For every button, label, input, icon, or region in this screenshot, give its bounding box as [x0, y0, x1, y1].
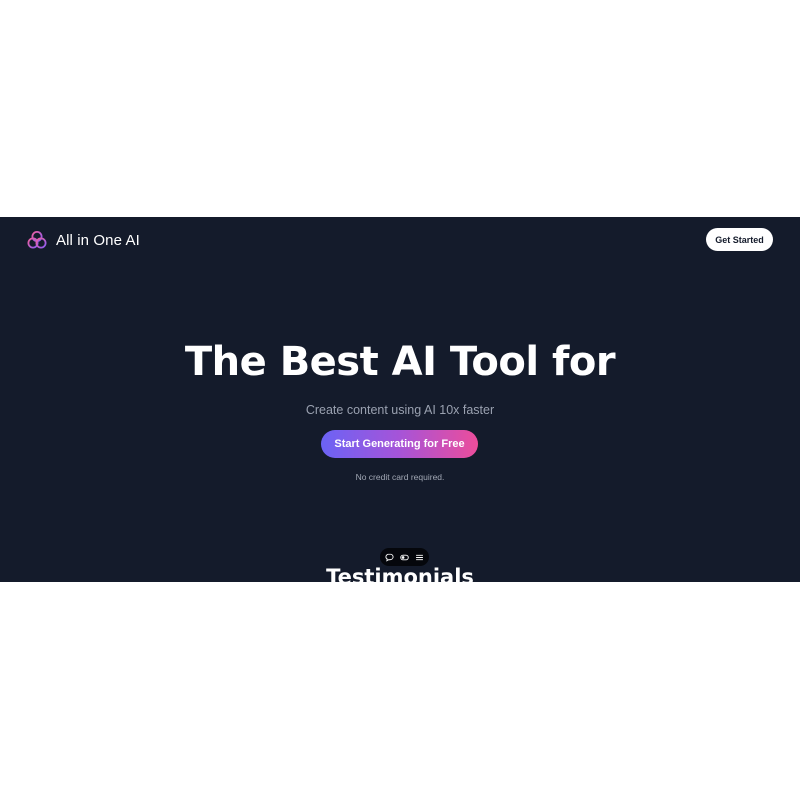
start-generating-button[interactable]: Start Generating for Free	[321, 430, 478, 458]
hero-subtitle: Create content using AI 10x faster	[305, 403, 495, 417]
toggle-icon[interactable]	[399, 552, 410, 563]
landing-page-viewport: All in One AI Get Started The Best AI To…	[0, 217, 800, 582]
testimonials-heading: Testimonials	[326, 565, 474, 583]
menu-icon[interactable]	[414, 552, 425, 563]
brand-link[interactable]: All in One AI	[26, 229, 140, 251]
brand-logo-icon	[26, 229, 48, 251]
hero-title: The Best AI Tool for	[184, 339, 616, 385]
chat-bubble-icon[interactable]	[384, 552, 395, 563]
interlocking-rings-icon	[27, 231, 47, 249]
floating-toolbar	[380, 548, 429, 566]
brand-name: All in One AI	[56, 231, 140, 249]
no-credit-card-note: No credit card required.	[355, 472, 445, 482]
top-navbar: All in One AI Get Started	[0, 217, 800, 263]
get-started-button[interactable]: Get Started	[706, 228, 773, 251]
